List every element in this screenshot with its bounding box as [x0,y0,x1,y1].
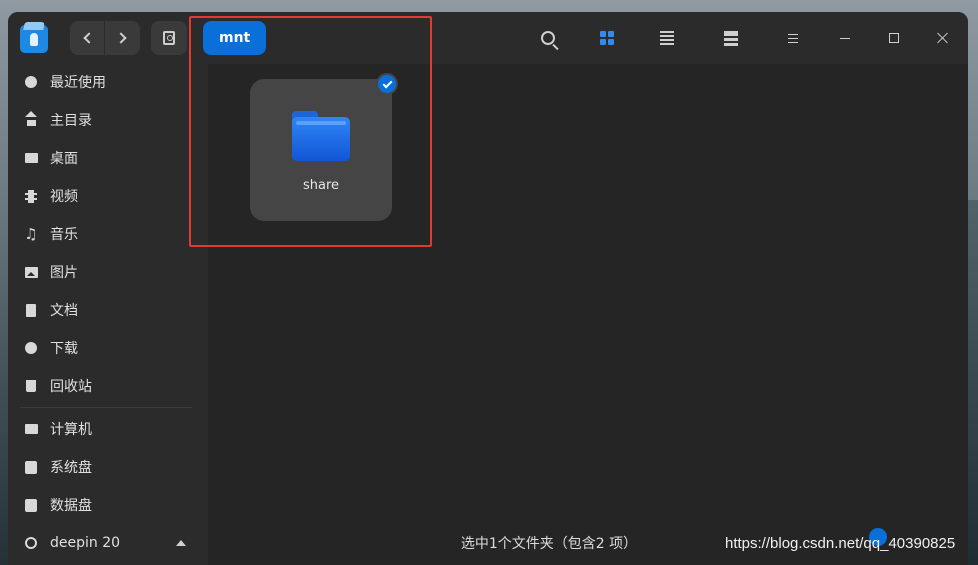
clock-icon [24,75,38,89]
sidebar-item-trash[interactable]: 回收站 [20,369,196,403]
minimize-button[interactable] [833,26,857,50]
menu-icon [788,33,798,43]
search-button[interactable] [536,26,560,50]
sidebar-item-label: deepin 20 [50,535,121,551]
detail-view-button[interactable] [719,26,743,50]
chevron-left-icon [83,32,95,44]
sidebar: 最近使用 主目录 桌面 视频 ♫ 音乐 图片 文档 下载 回收站 计算机 系统盘… [8,64,208,565]
system-disk-icon [24,460,38,474]
download-icon [24,341,38,355]
sidebar-item-deepin-20[interactable]: deepin 20 [20,526,196,560]
file-name: share [302,178,340,193]
sidebar-item-desktop[interactable]: 桌面 [20,141,196,175]
sidebar-item-label: 桌面 [50,151,78,167]
sidebar-item-recent[interactable]: 最近使用 [20,65,196,99]
disk-root-button[interactable] [151,21,187,55]
document-icon [24,303,38,317]
back-button[interactable] [70,21,105,55]
computer-icon [24,422,38,436]
minimize-icon [840,37,850,39]
folder-icon [292,111,350,161]
sidebar-item-label: 视频 [50,189,78,205]
sidebar-item-downloads[interactable]: 下载 [20,331,196,365]
sidebar-item-videos[interactable]: 视频 [20,179,196,213]
sidebar-item-data-disk[interactable]: 数据盘 [20,488,196,522]
eject-icon[interactable] [176,540,186,546]
picture-icon [24,265,38,279]
folder-item-share[interactable]: share [250,73,398,221]
sidebar-item-label: 数据盘 [50,498,92,514]
trash-icon [24,379,38,393]
sidebar-item-label: 图片 [50,265,78,281]
search-icon [541,31,555,45]
watermark-text: https://blog.csdn.net/qq_40390825 [725,535,956,552]
list-view-button[interactable] [655,26,679,50]
sidebar-item-pictures[interactable]: 图片 [20,255,196,289]
sidebar-item-documents[interactable]: 文档 [20,293,196,327]
grid-view-icon [600,31,614,45]
main-menu-button[interactable] [781,26,805,50]
sidebar-item-label: 计算机 [50,422,92,438]
sidebar-item-label: 主目录 [50,113,92,129]
titlebar: mnt [8,12,968,64]
sidebar-item-label: 文档 [50,303,78,319]
sidebar-item-label: 音乐 [50,227,78,243]
navigation-buttons [70,21,140,55]
app-logo-icon [20,25,48,53]
sidebar-item-label: 最近使用 [50,75,106,91]
sidebar-item-label: 回收站 [50,379,92,395]
sidebar-divider [20,407,192,408]
detail-view-icon [724,30,738,46]
file-view: share 选中1个文件夹（包含2 项） [208,64,968,565]
list-view-icon [660,31,674,45]
close-button[interactable] [931,26,955,50]
sidebar-item-home[interactable]: 主目录 [20,103,196,137]
maximize-button[interactable] [882,26,906,50]
music-icon: ♫ [24,225,38,243]
forward-button[interactable] [105,21,140,55]
close-icon [937,32,949,44]
sidebar-item-label: 下载 [50,341,78,357]
selected-check-icon [376,73,398,95]
maximize-icon [889,33,899,43]
disk-icon [163,31,175,45]
breadcrumb-mnt[interactable]: mnt [203,21,267,55]
desktop-icon [24,151,38,165]
deepin-disk-icon [24,536,38,550]
sidebar-item-label: 系统盘 [50,460,92,476]
sidebar-item-computer[interactable]: 计算机 [20,412,196,446]
chevron-right-icon [114,32,127,44]
video-icon [24,189,38,203]
data-disk-icon [24,498,38,512]
sidebar-item-music[interactable]: ♫ 音乐 [20,217,196,251]
home-icon [24,111,38,127]
sidebar-item-system-disk[interactable]: 系统盘 [20,450,196,484]
file-manager-window: mnt 最近使用 主目录 桌面 视频 ♫ 音乐 图片 文档 下载 回收站 计算机… [8,12,968,565]
icon-view-button[interactable] [595,26,619,50]
